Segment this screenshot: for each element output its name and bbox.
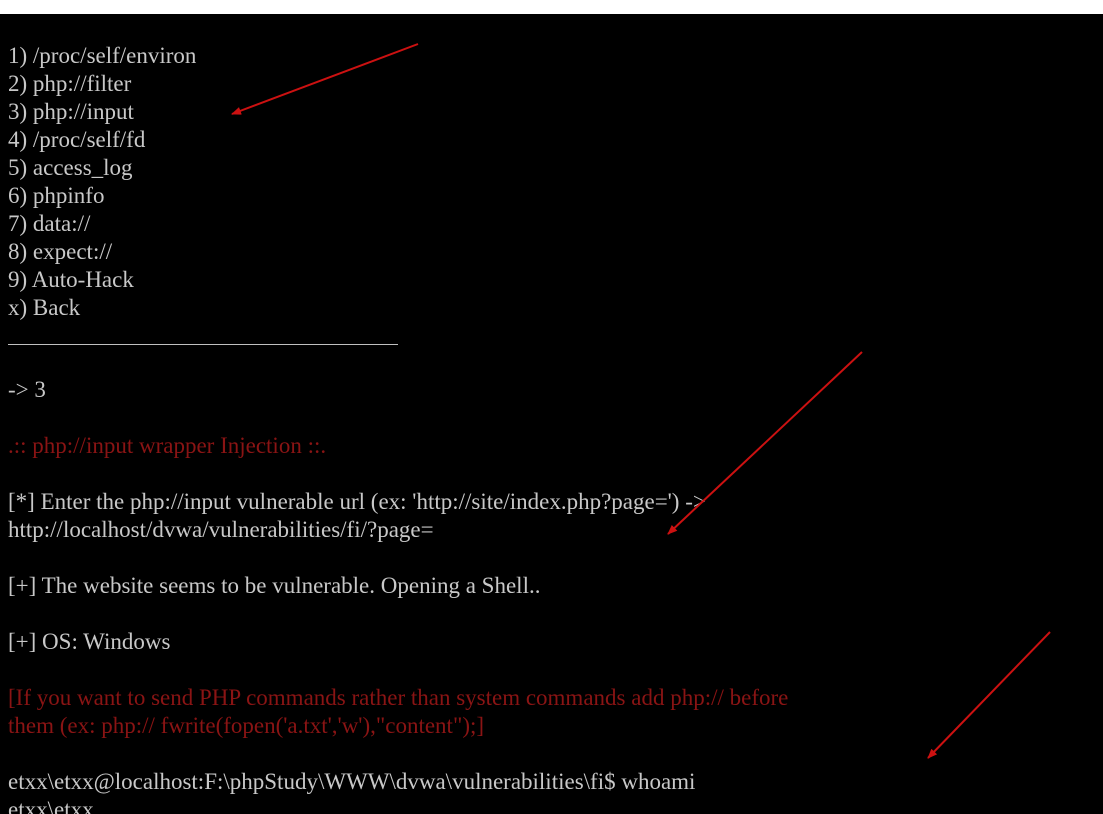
arrow-to-php-input xyxy=(231,43,419,115)
terminal-window[interactable]: 1) /proc/self/environ 2) php://filter 3)… xyxy=(0,14,1103,814)
menu-item-5: 5) access_log xyxy=(8,155,133,180)
window-top-strip xyxy=(0,0,1103,14)
entered-url: http://localhost/dvwa/vulnerabilities/fi… xyxy=(8,517,434,542)
menu-item-2: 2) php://filter xyxy=(8,71,132,96)
shell-command: whoami xyxy=(621,769,696,794)
os-message: [+] OS: Windows xyxy=(8,629,171,654)
menu-item-8: 8) expect:// xyxy=(8,239,113,264)
input-prompt: -> 3 xyxy=(8,377,46,402)
hint-line-2: them (ex: php:// fwrite(fopen('a.txt','w… xyxy=(8,713,485,738)
menu-separator xyxy=(8,344,398,345)
shell-command-line[interactable]: etxx\etxx@localhost:F:\phpStudy\WWW\dvwa… xyxy=(8,768,695,796)
vulnerable-message: [+] The website seems to be vulnerable. … xyxy=(8,573,541,598)
menu-item-1: 1) /proc/self/environ xyxy=(8,43,197,68)
menu-item-4: 4) /proc/self/fd xyxy=(8,127,146,152)
shell-prompt: etxx\etxx@localhost:F:\phpStudy\WWW\dvwa… xyxy=(8,769,616,794)
hint-line-1: [If you want to send PHP commands rather… xyxy=(8,685,789,710)
menu-item-7: 7) data:// xyxy=(8,211,91,236)
menu-item-back: x) Back xyxy=(8,295,81,320)
menu-item-3: 3) php://input xyxy=(8,99,134,124)
menu-item-6: 6) phpinfo xyxy=(8,183,105,208)
shell-output: etxx\etxx xyxy=(8,797,94,814)
enter-url-prompt: [*] Enter the php://input vulnerable url… xyxy=(8,489,706,514)
arrow-to-shell-command xyxy=(927,631,1051,759)
menu-item-9: 9) Auto-Hack xyxy=(8,267,134,292)
section-title: .:: php://input wrapper Injection ::. xyxy=(8,433,327,458)
